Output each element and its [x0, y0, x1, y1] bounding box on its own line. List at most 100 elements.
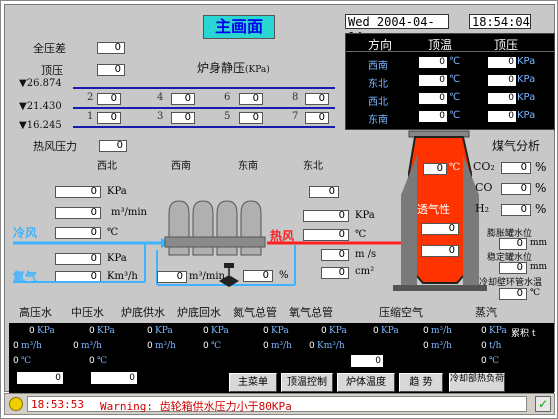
- utility-unit: KPa: [271, 326, 289, 336]
- utility-unit: KPa: [37, 326, 55, 336]
- top-temp-control-button[interactable]: 顶温控制: [281, 373, 333, 392]
- utility-unit: KPa: [155, 326, 173, 336]
- utility-unit: t/h: [489, 341, 502, 351]
- cooling-wall-value: 0: [499, 288, 527, 300]
- bottom-header: 中压水: [71, 306, 104, 319]
- hot-blast-pressure-value: 0: [303, 210, 349, 222]
- bottom-header: 高压水: [19, 306, 52, 319]
- utility-value: 0: [423, 341, 429, 351]
- furnace-value-2: 0: [421, 245, 459, 257]
- utility-value-box: 0: [17, 372, 63, 384]
- utility-value: 0: [481, 356, 487, 366]
- valve-percent-value: 0: [243, 270, 273, 282]
- tuyere-velocity-value: 0: [321, 249, 349, 261]
- utility-value: 0: [203, 326, 209, 336]
- utility-unit: KPa: [97, 326, 115, 336]
- gas-h2-unit: %: [535, 202, 547, 216]
- utility-unit: KPa: [329, 326, 347, 336]
- utility-value: 0: [263, 341, 269, 351]
- utility-unit: ℃: [21, 356, 32, 366]
- gas-co-unit: %: [535, 181, 547, 195]
- status-bar: 18:53:53 Warning: 齿轮箱供水压力小于80KPa ✓: [4, 393, 555, 415]
- bottom-header: 炉底供水: [121, 306, 165, 319]
- tuyere-area-unit: cm²: [355, 266, 375, 277]
- utility-unit: ℃: [211, 341, 222, 351]
- utility-unit: KPa: [211, 326, 229, 336]
- utility-unit: m³/h: [21, 341, 42, 351]
- cooling-heat-load-button[interactable]: 冷却部热负荷: [449, 373, 505, 392]
- utility-unit: Km³/h: [317, 341, 345, 351]
- stable-tank-value: 0: [499, 262, 527, 274]
- utility-value-box: 0: [351, 355, 383, 367]
- utility-unit: m³/h: [431, 326, 452, 336]
- gas-co2-label: CO₂: [473, 160, 495, 173]
- utility-value: 0: [147, 341, 153, 351]
- permeability-label: 透气性: [417, 203, 450, 216]
- tuyere-velocity-unit: m /s: [355, 249, 377, 260]
- checkmark-icon[interactable]: ✓: [535, 396, 551, 412]
- utility-unit: m³/h: [271, 341, 292, 351]
- gas-h2-value: 0: [501, 204, 531, 216]
- hot-blast-top-value: 0: [309, 186, 339, 198]
- gas-co2-value: 0: [501, 162, 531, 174]
- utility-value: 0: [309, 341, 315, 351]
- furnace-value-1: 0: [421, 223, 459, 235]
- gas-analysis-title: 煤气分析: [492, 139, 541, 153]
- bottom-header: 氧气总管: [289, 306, 333, 319]
- utility-value: 0: [203, 341, 209, 351]
- furnace-temp-button[interactable]: 炉体温度: [337, 373, 395, 392]
- status-light-icon: [9, 397, 23, 411]
- expansion-tank-value: 0: [499, 238, 527, 250]
- utility-value-box: 0: [91, 372, 137, 384]
- main-panel: 主画面 Wed 2004-04-14 18:54:04 全压差 0 顶压 0 炉…: [4, 4, 555, 393]
- mix-flow-unit: m³/min: [189, 271, 225, 282]
- gas-co-label: CO: [475, 181, 493, 194]
- hot-blast-pressure-unit: KPa: [355, 210, 375, 221]
- expansion-tank-unit: mm: [530, 238, 548, 248]
- furnace-top-temp-unit: ℃: [449, 162, 461, 173]
- utility-value: 0: [29, 326, 35, 336]
- alarm-time: 18:53:53: [31, 398, 84, 411]
- trend-button[interactable]: 趋 势: [399, 373, 443, 392]
- cooling-wall-unit: ℃: [530, 288, 541, 298]
- bottom-header: 炉底回水: [177, 306, 221, 319]
- furnace-top-temp-value: 0: [423, 163, 447, 175]
- utility-value: 0: [481, 341, 487, 351]
- utility-value: 0: [13, 341, 19, 351]
- utility-value: 0: [423, 326, 429, 336]
- utility-unit: ℃: [97, 356, 108, 366]
- utility-value: 0: [147, 326, 153, 336]
- utility-unit: m³/h: [155, 341, 176, 351]
- gas-h2-label: H₂: [475, 202, 490, 215]
- bottom-header: 氮气总管: [233, 306, 277, 319]
- utility-value: 0: [73, 341, 79, 351]
- utility-unit: ℃: [489, 356, 500, 366]
- hot-blast-label: 热风: [270, 229, 295, 243]
- accumulated-label: 累积 t: [511, 329, 536, 339]
- utility-value: 0: [321, 326, 327, 336]
- utility-value: 0: [13, 356, 19, 366]
- utility-unit: KPa: [489, 326, 507, 336]
- gas-co-value: 0: [501, 183, 531, 195]
- hot-blast-temp-value: 0: [303, 229, 349, 241]
- utility-value: 0: [89, 326, 95, 336]
- tuyere-area-value: 0: [321, 267, 349, 279]
- app-window: 主画面 Wed 2004-04-14 18:54:04 全压差 0 顶压 0 炉…: [0, 0, 558, 419]
- bottom-header: 蒸汽: [475, 306, 497, 319]
- utility-value: 0: [373, 326, 379, 336]
- bottom-header: 压缩空气: [379, 306, 423, 319]
- utility-value: 0: [89, 356, 95, 366]
- cooling-wall-label: 冷却壁环管水温: [479, 278, 543, 288]
- utility-unit: KPa: [381, 326, 399, 336]
- gas-co2-unit: %: [535, 160, 547, 174]
- utility-unit: m³/h: [81, 341, 102, 351]
- alarm-message: Warning: 齿轮箱供水压力小于80KPa: [100, 400, 292, 413]
- stable-tank-unit: mm: [530, 262, 548, 272]
- utility-value: 0: [481, 326, 487, 336]
- hot-blast-temp-unit: ℃: [355, 229, 367, 240]
- alarm-message-box: 18:53:53 Warning: 齿轮箱供水压力小于80KPa: [27, 396, 527, 413]
- main-menu-button[interactable]: 主菜单: [229, 373, 277, 392]
- valve-percent-unit: %: [279, 270, 289, 281]
- mix-flow-value: 0: [157, 271, 187, 283]
- utility-value: 0: [263, 326, 269, 336]
